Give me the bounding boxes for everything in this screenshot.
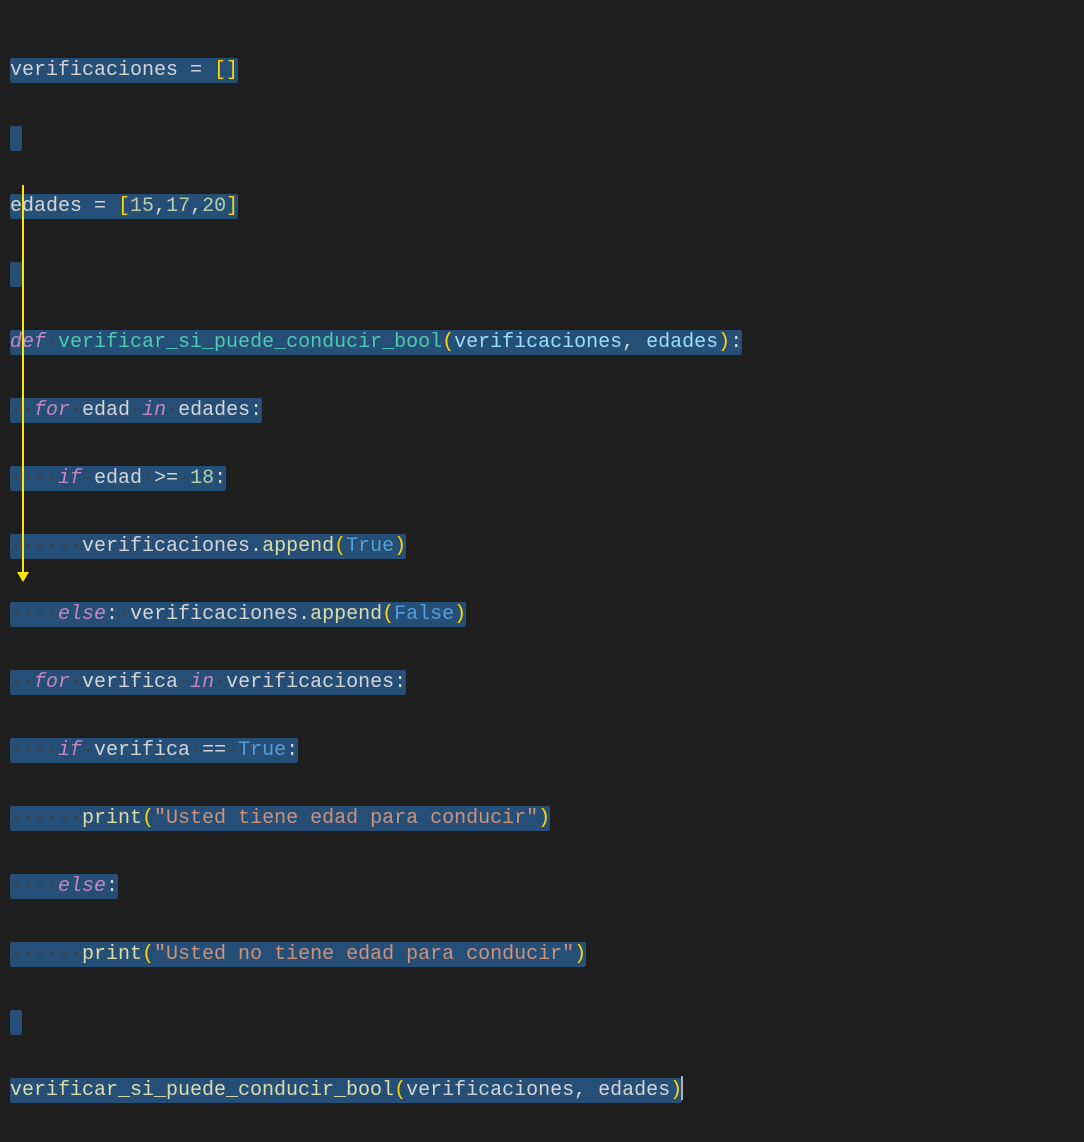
code-line-8[interactable]: ······verificaciones.append(True) — [10, 530, 1074, 564]
code-line-11[interactable]: ····if·verifica·==·True: — [10, 734, 1074, 768]
code-line-14[interactable]: ······print("Usted no tiene edad para co… — [10, 938, 1074, 972]
text-cursor — [681, 1076, 683, 1100]
code-line-12[interactable]: ······print("Usted tiene edad para condu… — [10, 802, 1074, 836]
code-line-5[interactable]: def·verificar_si_puede_conducir_bool(ver… — [10, 326, 1074, 360]
code-line-10[interactable]: ··for·verifica·in·verificaciones: — [10, 666, 1074, 700]
code-editor[interactable]: verificaciones = [] edades = [15,17,20] … — [10, 20, 1074, 1142]
code-line-16[interactable]: verificar_si_puede_conducir_bool(verific… — [10, 1074, 1074, 1108]
code-line-2[interactable] — [10, 122, 1074, 156]
code-line-4[interactable] — [10, 258, 1074, 292]
code-line-9[interactable]: ····else:·verificaciones.append(False) — [10, 598, 1074, 632]
code-line-15[interactable] — [10, 1006, 1074, 1040]
code-line-1[interactable]: verificaciones = [] — [10, 54, 1074, 88]
indent-guide-arrow — [22, 185, 24, 580]
code-line-7[interactable]: ····if·edad·>=·18: — [10, 462, 1074, 496]
code-line-3[interactable]: edades = [15,17,20] — [10, 190, 1074, 224]
code-line-13[interactable]: ····else: — [10, 870, 1074, 904]
code-line-6[interactable]: ··for·edad·in·edades: — [10, 394, 1074, 428]
